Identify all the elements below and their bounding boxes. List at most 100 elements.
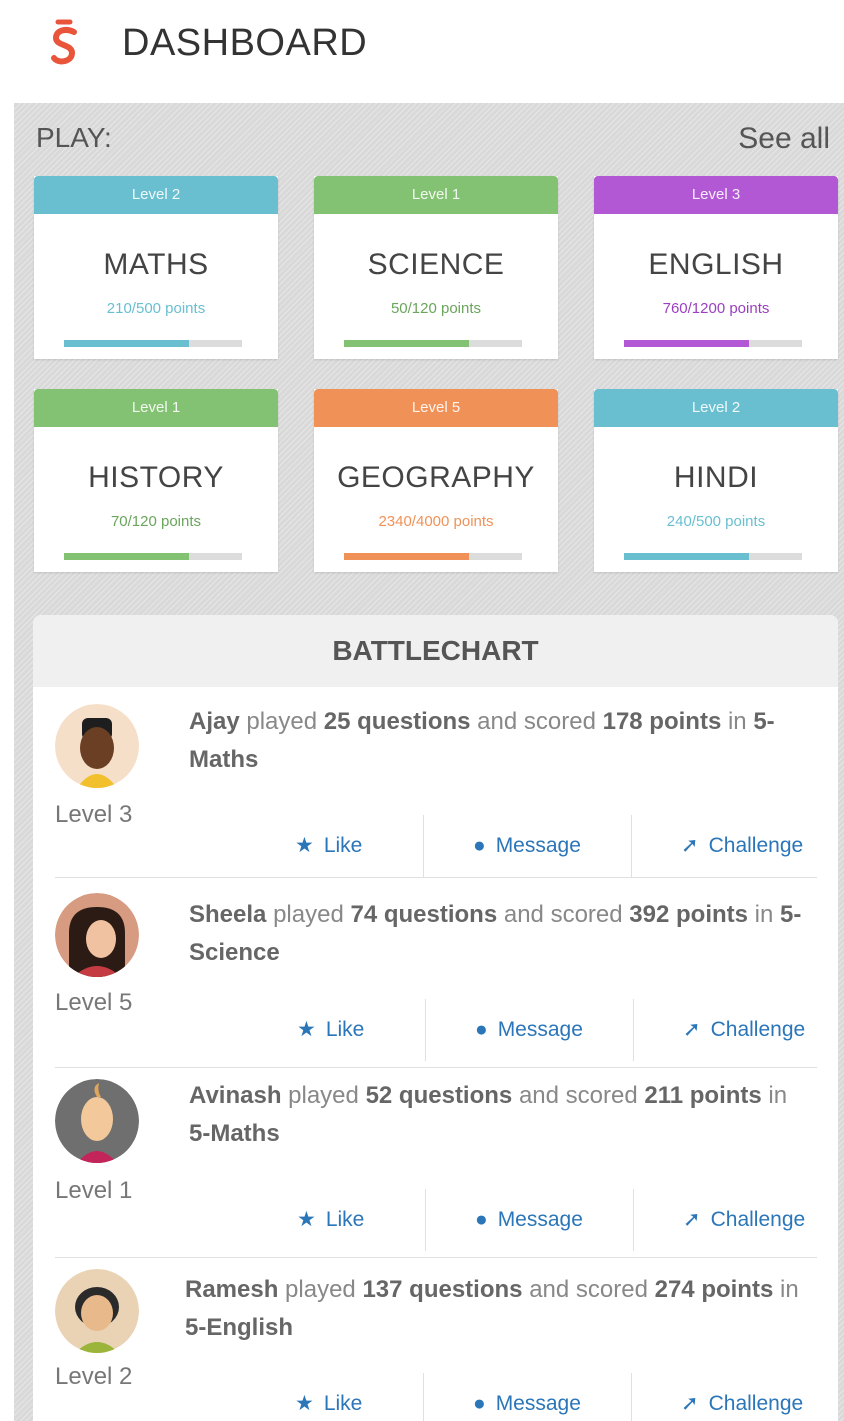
avatar [55,893,139,977]
avatar [55,1269,139,1353]
subject-name: 5-Maths [189,1120,280,1147]
card-level-badge: Level 2 [594,389,838,427]
divider [423,815,424,877]
like-button[interactable]: ★ Like [295,815,362,877]
star-icon: ★ [295,834,314,857]
points-scored: 211 points [644,1082,762,1109]
divider [631,815,632,877]
message-button[interactable]: ● Message [475,999,583,1061]
chat-icon: ● [475,1018,488,1041]
page-title: DASHBOARD [122,22,368,64]
message-button[interactable]: ● Message [473,1373,581,1421]
user-level: Level 5 [55,989,133,1016]
message-label: Message [495,1392,581,1415]
like-label: Like [325,1208,365,1231]
progress-fill [624,553,749,560]
battle-entry: Level 1 Avinash played 52 questions and … [55,1067,817,1258]
progress-bar [624,553,802,560]
chat-icon: ● [475,1208,488,1231]
battle-entry: Level 3 Ajay played 25 questions and sco… [55,687,817,878]
subject-card-geography[interactable]: Level 5 GEOGRAPHY 2340/4000 points [314,389,558,572]
entry-summary: Sheela played 74 questions and scored 39… [189,896,809,972]
challenge-icon: ➚ [683,1208,701,1231]
app-header: DASHBOARD [0,0,844,100]
entry-summary: Ajay played 25 questions and scored 178 … [189,703,809,779]
play-label: PLAY: [36,122,112,153]
subject-card-hindi[interactable]: Level 2 HINDI 240/500 points [594,389,838,572]
like-button[interactable]: ★ Like [297,999,364,1061]
message-button[interactable]: ● Message [473,815,581,877]
card-points: 760/1200 points [662,300,770,317]
like-button[interactable]: ★ Like [297,1189,364,1251]
see-all-link[interactable]: See all [738,122,830,156]
card-subject-title: MATHS [103,248,209,281]
battlechart-panel: BATTLECHART Level 3 Ajay played 25 quest… [33,615,838,1421]
entry-actions: ★ Like ● Message ➚ Challenge [215,999,817,1061]
challenge-label: Challenge [708,834,804,857]
entry-word: and scored [518,1082,638,1109]
user-level: Level 2 [55,1363,133,1390]
divider [633,999,634,1061]
user-level: Level 1 [55,1177,133,1204]
challenge-button[interactable]: ➚ Challenge [683,1189,805,1251]
player-name[interactable]: Ajay [189,708,240,735]
subject-card-science[interactable]: Level 1 SCIENCE 50/120 points [314,176,558,359]
battlechart-title: BATTLECHART [33,615,838,687]
questions-count: 74 questions [350,901,498,928]
star-icon: ★ [295,1392,314,1415]
challenge-icon: ➚ [681,834,699,857]
entry-actions: ★ Like ● Message ➚ Challenge [215,1373,817,1421]
entry-word: played [288,1082,359,1109]
like-label: Like [323,834,363,857]
battle-entry: Level 5 Sheela played 74 questions and s… [55,877,817,1068]
card-subject-title: SCIENCE [367,248,505,281]
message-label: Message [497,1018,583,1041]
entry-actions: ★ Like ● Message ➚ Challenge [215,1189,817,1251]
progress-bar [64,340,242,347]
progress-fill [344,553,469,560]
questions-count: 137 questions [362,1276,523,1303]
card-subject-title: HINDI [673,461,759,494]
player-name[interactable]: Sheela [189,901,266,928]
player-name[interactable]: Ramesh [185,1276,278,1303]
divider [633,1189,634,1251]
avatar [55,704,139,788]
card-subject-title: HISTORY [88,461,224,494]
entry-word: in [727,708,747,735]
subject-card-english[interactable]: Level 3 ENGLISH 760/1200 points [594,176,838,359]
subject-card-maths[interactable]: Level 2 MATHS 210/500 points [34,176,278,359]
progress-fill [64,340,189,347]
entry-word: played [246,708,318,735]
challenge-button[interactable]: ➚ Challenge [681,1373,803,1421]
message-button[interactable]: ● Message [475,1189,583,1251]
points-scored: 178 points [602,708,722,735]
star-icon: ★ [297,1018,316,1041]
user-level: Level 3 [55,801,133,828]
card-level-badge: Level 3 [594,176,838,214]
like-label: Like [325,1018,365,1041]
entry-word: played [285,1276,356,1303]
card-points: 70/120 points [110,513,202,530]
divider [425,1189,426,1251]
chat-icon: ● [473,834,486,857]
entry-word: in [779,1276,799,1303]
progress-bar [624,340,802,347]
chat-icon: ● [473,1392,486,1415]
questions-count: 52 questions [365,1082,513,1109]
progress-bar [64,553,242,560]
subject-card-history[interactable]: Level 1 HISTORY 70/120 points [34,389,278,572]
progress-fill [624,340,749,347]
challenge-button[interactable]: ➚ Challenge [681,815,803,877]
player-name[interactable]: Avinash [189,1082,281,1109]
like-button[interactable]: ★ Like [295,1373,362,1421]
entry-summary: Avinash played 52 questions and scored 2… [189,1077,809,1153]
entry-word: in [768,1082,788,1109]
challenge-label: Challenge [710,1018,806,1041]
challenge-icon: ➚ [683,1018,701,1041]
brand-logo-icon[interactable] [48,18,82,68]
entry-summary: Ramesh played 137 questions and scored 2… [185,1271,805,1347]
subject-name: 5-English [185,1314,294,1341]
card-points: 240/500 points [666,513,766,530]
challenge-button[interactable]: ➚ Challenge [683,999,805,1061]
entry-word: and scored [477,708,596,735]
